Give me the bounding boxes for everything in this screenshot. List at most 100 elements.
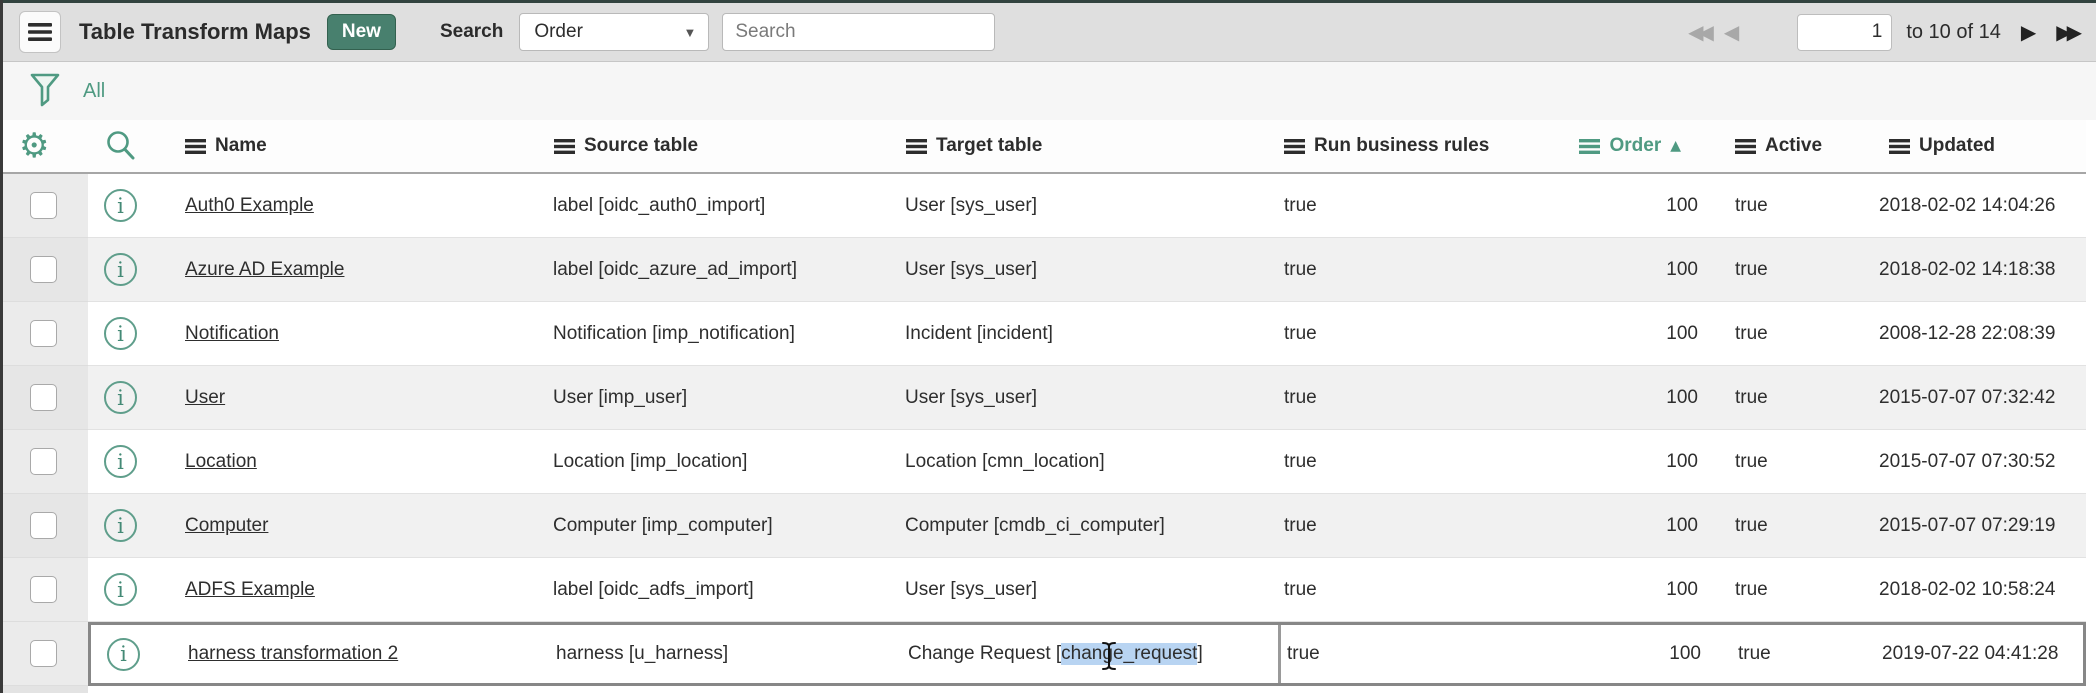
- target-table-cell[interactable]: User [sys_user]: [900, 259, 1278, 281]
- row-checkbox[interactable]: [30, 256, 57, 283]
- target-table-cell[interactable]: User [sys_user]: [900, 195, 1278, 217]
- active-cell[interactable]: true: [1705, 195, 1865, 217]
- filter-condition-all[interactable]: All: [83, 80, 105, 103]
- source-table-cell[interactable]: User [imp_user]: [548, 387, 900, 409]
- target-table-cell[interactable]: Change Request [change_request]: [903, 625, 1281, 683]
- record-link[interactable]: Computer: [185, 515, 268, 536]
- info-icon[interactable]: i: [104, 509, 137, 542]
- row-checkbox[interactable]: [30, 512, 57, 539]
- record-link[interactable]: Azure AD Example: [185, 259, 344, 280]
- info-icon[interactable]: i: [104, 253, 137, 286]
- run-business-rules-cell[interactable]: true: [1278, 387, 1540, 409]
- column-header-run-business-rules[interactable]: Run business rules: [1278, 135, 1540, 157]
- last-page-icon[interactable]: ▶▶: [2056, 22, 2082, 42]
- record-link[interactable]: Auth0 Example: [185, 195, 314, 216]
- target-table-cell[interactable]: User [sys_user]: [900, 387, 1278, 409]
- column-header-name[interactable]: Name: [180, 135, 548, 157]
- order-cell[interactable]: 100: [1540, 259, 1705, 281]
- run-business-rules-cell[interactable]: true: [1278, 259, 1540, 281]
- page-number-input[interactable]: [1797, 14, 1892, 51]
- new-button[interactable]: New: [327, 14, 396, 50]
- active-cell[interactable]: true: [1705, 579, 1865, 601]
- info-icon[interactable]: i: [104, 189, 137, 222]
- row-checkbox[interactable]: [30, 320, 57, 347]
- order-cell[interactable]: 100: [1543, 643, 1708, 665]
- order-cell[interactable]: 100: [1540, 579, 1705, 601]
- updated-cell[interactable]: 2018-02-02 14:04:26: [1865, 195, 2086, 217]
- run-business-rules-cell[interactable]: true: [1278, 515, 1540, 537]
- list-toolbar: Table Transform Maps New Search Order ▼ …: [0, 0, 2096, 62]
- target-table-cell[interactable]: User [sys_user]: [900, 579, 1278, 601]
- source-table-cell[interactable]: Location [imp_location]: [548, 451, 900, 473]
- first-page-icon[interactable]: ◀◀: [1688, 22, 1714, 42]
- updated-cell[interactable]: 2019-07-22 04:41:28: [1868, 643, 2083, 665]
- order-cell[interactable]: 100: [1540, 323, 1705, 345]
- updated-cell[interactable]: 2015-07-07 07:29:19: [1865, 515, 2086, 537]
- row-checkbox[interactable]: [30, 448, 57, 475]
- table-row: i Auth0 Example label [oidc_auth0_import…: [0, 174, 2086, 238]
- info-icon[interactable]: i: [104, 317, 137, 350]
- row-checkbox[interactable]: [30, 192, 57, 219]
- order-cell[interactable]: 100: [1540, 387, 1705, 409]
- column-menu-icon: [1579, 139, 1600, 154]
- list-context-menu-button[interactable]: [19, 11, 61, 53]
- info-icon[interactable]: i: [104, 573, 137, 606]
- run-business-rules-cell[interactable]: true: [1278, 451, 1540, 473]
- order-cell[interactable]: 100: [1540, 515, 1705, 537]
- source-table-cell[interactable]: label [oidc_azure_ad_import]: [548, 259, 900, 281]
- record-link[interactable]: ADFS Example: [185, 579, 315, 600]
- row-checkbox[interactable]: [30, 640, 57, 667]
- row-checkbox[interactable]: [30, 384, 57, 411]
- personalize-list-button[interactable]: ⚙: [0, 120, 88, 172]
- column-header-source-table[interactable]: Source table: [548, 135, 900, 157]
- column-header-active[interactable]: Active: [1705, 135, 1865, 157]
- order-cell[interactable]: 100: [1540, 195, 1705, 217]
- filter-icon[interactable]: [30, 73, 60, 109]
- row-checkbox[interactable]: [30, 576, 57, 603]
- active-cell[interactable]: true: [1708, 643, 1868, 665]
- active-cell[interactable]: true: [1705, 259, 1865, 281]
- updated-cell[interactable]: 2018-02-02 14:18:38: [1865, 259, 2086, 281]
- column-header-target-table[interactable]: Target table: [900, 135, 1278, 157]
- filter-bar: All: [0, 62, 2096, 120]
- column-header-updated[interactable]: Updated: [1865, 135, 2086, 157]
- source-table-cell[interactable]: Computer [imp_computer]: [548, 515, 900, 537]
- target-table-cell[interactable]: Incident [incident]: [900, 323, 1278, 345]
- active-cell[interactable]: true: [1705, 323, 1865, 345]
- info-icon[interactable]: i: [107, 638, 140, 671]
- run-business-rules-cell[interactable]: true: [1278, 579, 1540, 601]
- screen-left-edge: [0, 0, 3, 693]
- source-table-cell[interactable]: label [oidc_auth0_import]: [548, 195, 900, 217]
- active-cell[interactable]: true: [1705, 387, 1865, 409]
- sort-ascending-icon: ▲: [1670, 138, 1681, 154]
- updated-cell[interactable]: 2008-12-28 22:08:39: [1865, 323, 2086, 345]
- search-column-select[interactable]: Order ▼: [519, 13, 709, 51]
- info-icon[interactable]: i: [104, 445, 137, 478]
- updated-cell[interactable]: 2018-02-02 10:58:24: [1865, 579, 2086, 601]
- record-link[interactable]: Notification: [185, 323, 279, 344]
- source-table-cell[interactable]: harness [u_harness]: [551, 643, 903, 665]
- active-cell[interactable]: true: [1705, 515, 1865, 537]
- source-table-cell[interactable]: Notification [imp_notification]: [548, 323, 900, 345]
- record-link[interactable]: Location: [185, 451, 257, 472]
- previous-page-icon[interactable]: ◀: [1724, 22, 1739, 42]
- search-column-selected-value: Order: [534, 21, 583, 43]
- record-link[interactable]: harness transformation 2: [188, 643, 398, 664]
- updated-cell[interactable]: 2015-07-07 07:32:42: [1865, 387, 2086, 409]
- run-business-rules-cell[interactable]: true: [1281, 643, 1543, 665]
- next-page-icon[interactable]: ▶: [2021, 22, 2036, 42]
- source-table-cell[interactable]: label [oidc_adfs_import]: [548, 579, 900, 601]
- order-cell[interactable]: 100: [1540, 451, 1705, 473]
- run-business-rules-cell[interactable]: true: [1278, 195, 1540, 217]
- active-cell[interactable]: true: [1705, 451, 1865, 473]
- run-business-rules-cell[interactable]: true: [1278, 323, 1540, 345]
- info-icon[interactable]: i: [104, 381, 137, 414]
- target-table-cell[interactable]: Location [cmn_location]: [900, 451, 1278, 473]
- target-table-cell[interactable]: Computer [cmdb_ci_computer]: [900, 515, 1278, 537]
- list-search-toggle[interactable]: [88, 129, 180, 163]
- updated-cell[interactable]: 2015-07-07 07:30:52: [1865, 451, 2086, 473]
- record-link[interactable]: User: [185, 387, 225, 408]
- search-input[interactable]: [722, 13, 995, 51]
- selected-text: change_request: [1061, 643, 1197, 665]
- column-header-order[interactable]: Order ▲: [1540, 135, 1705, 157]
